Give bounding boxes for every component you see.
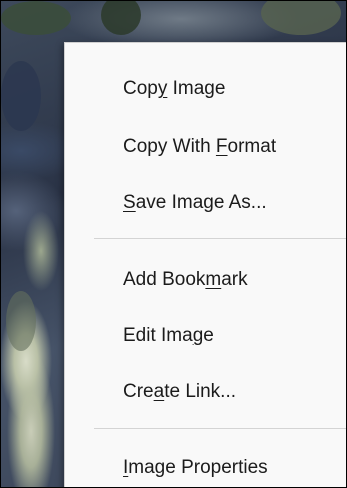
menu-item-copy-image[interactable]: Copy Image [123,77,225,101]
access-key: F [215,136,228,157]
menu-item-label: Add Book [123,269,206,290]
menu-item-image-properties[interactable]: Image Properties [123,456,268,480]
menu-separator [94,238,346,239]
menu-item-label: Image [167,78,226,99]
leaf-shape [1,1,71,35]
menu-item-label: Cre [123,381,154,402]
access-key: y [157,78,168,99]
screenshot-frame: Copy Image Copy With Format Save Image A… [0,0,347,488]
menu-item-save-image-as[interactable]: Save Image As... [123,191,267,215]
menu-item-copy-with-format[interactable]: Copy With Format [123,135,276,159]
menu-item-label: Copy With [123,136,216,157]
access-key: a [153,381,165,402]
access-key: g [192,325,204,346]
menu-item-label: ormat [227,136,277,157]
leaf-shape [261,1,341,35]
menu-item-label: e [203,325,214,346]
menu-item-label: te Link... [164,381,237,402]
access-key: S [123,192,136,213]
menu-item-create-link[interactable]: Create Link... [123,380,236,404]
leaf-shape [1,61,41,131]
menu-item-label: ark [221,269,248,290]
menu-item-label: Edit Ima [123,325,193,346]
menu-item-label: ave Image As... [135,192,267,213]
access-key: m [205,269,222,290]
menu-item-label: Cop [123,78,158,99]
leaf-shape [6,291,36,351]
leaf-shape [101,1,141,35]
menu-item-add-bookmark[interactable]: Add Bookmark [123,268,248,292]
menu-item-edit-image[interactable]: Edit Image [123,324,214,348]
menu-item-label: mage Properties [128,457,268,478]
context-menu: Copy Image Copy With Format Save Image A… [64,42,346,487]
menu-separator [94,428,346,429]
